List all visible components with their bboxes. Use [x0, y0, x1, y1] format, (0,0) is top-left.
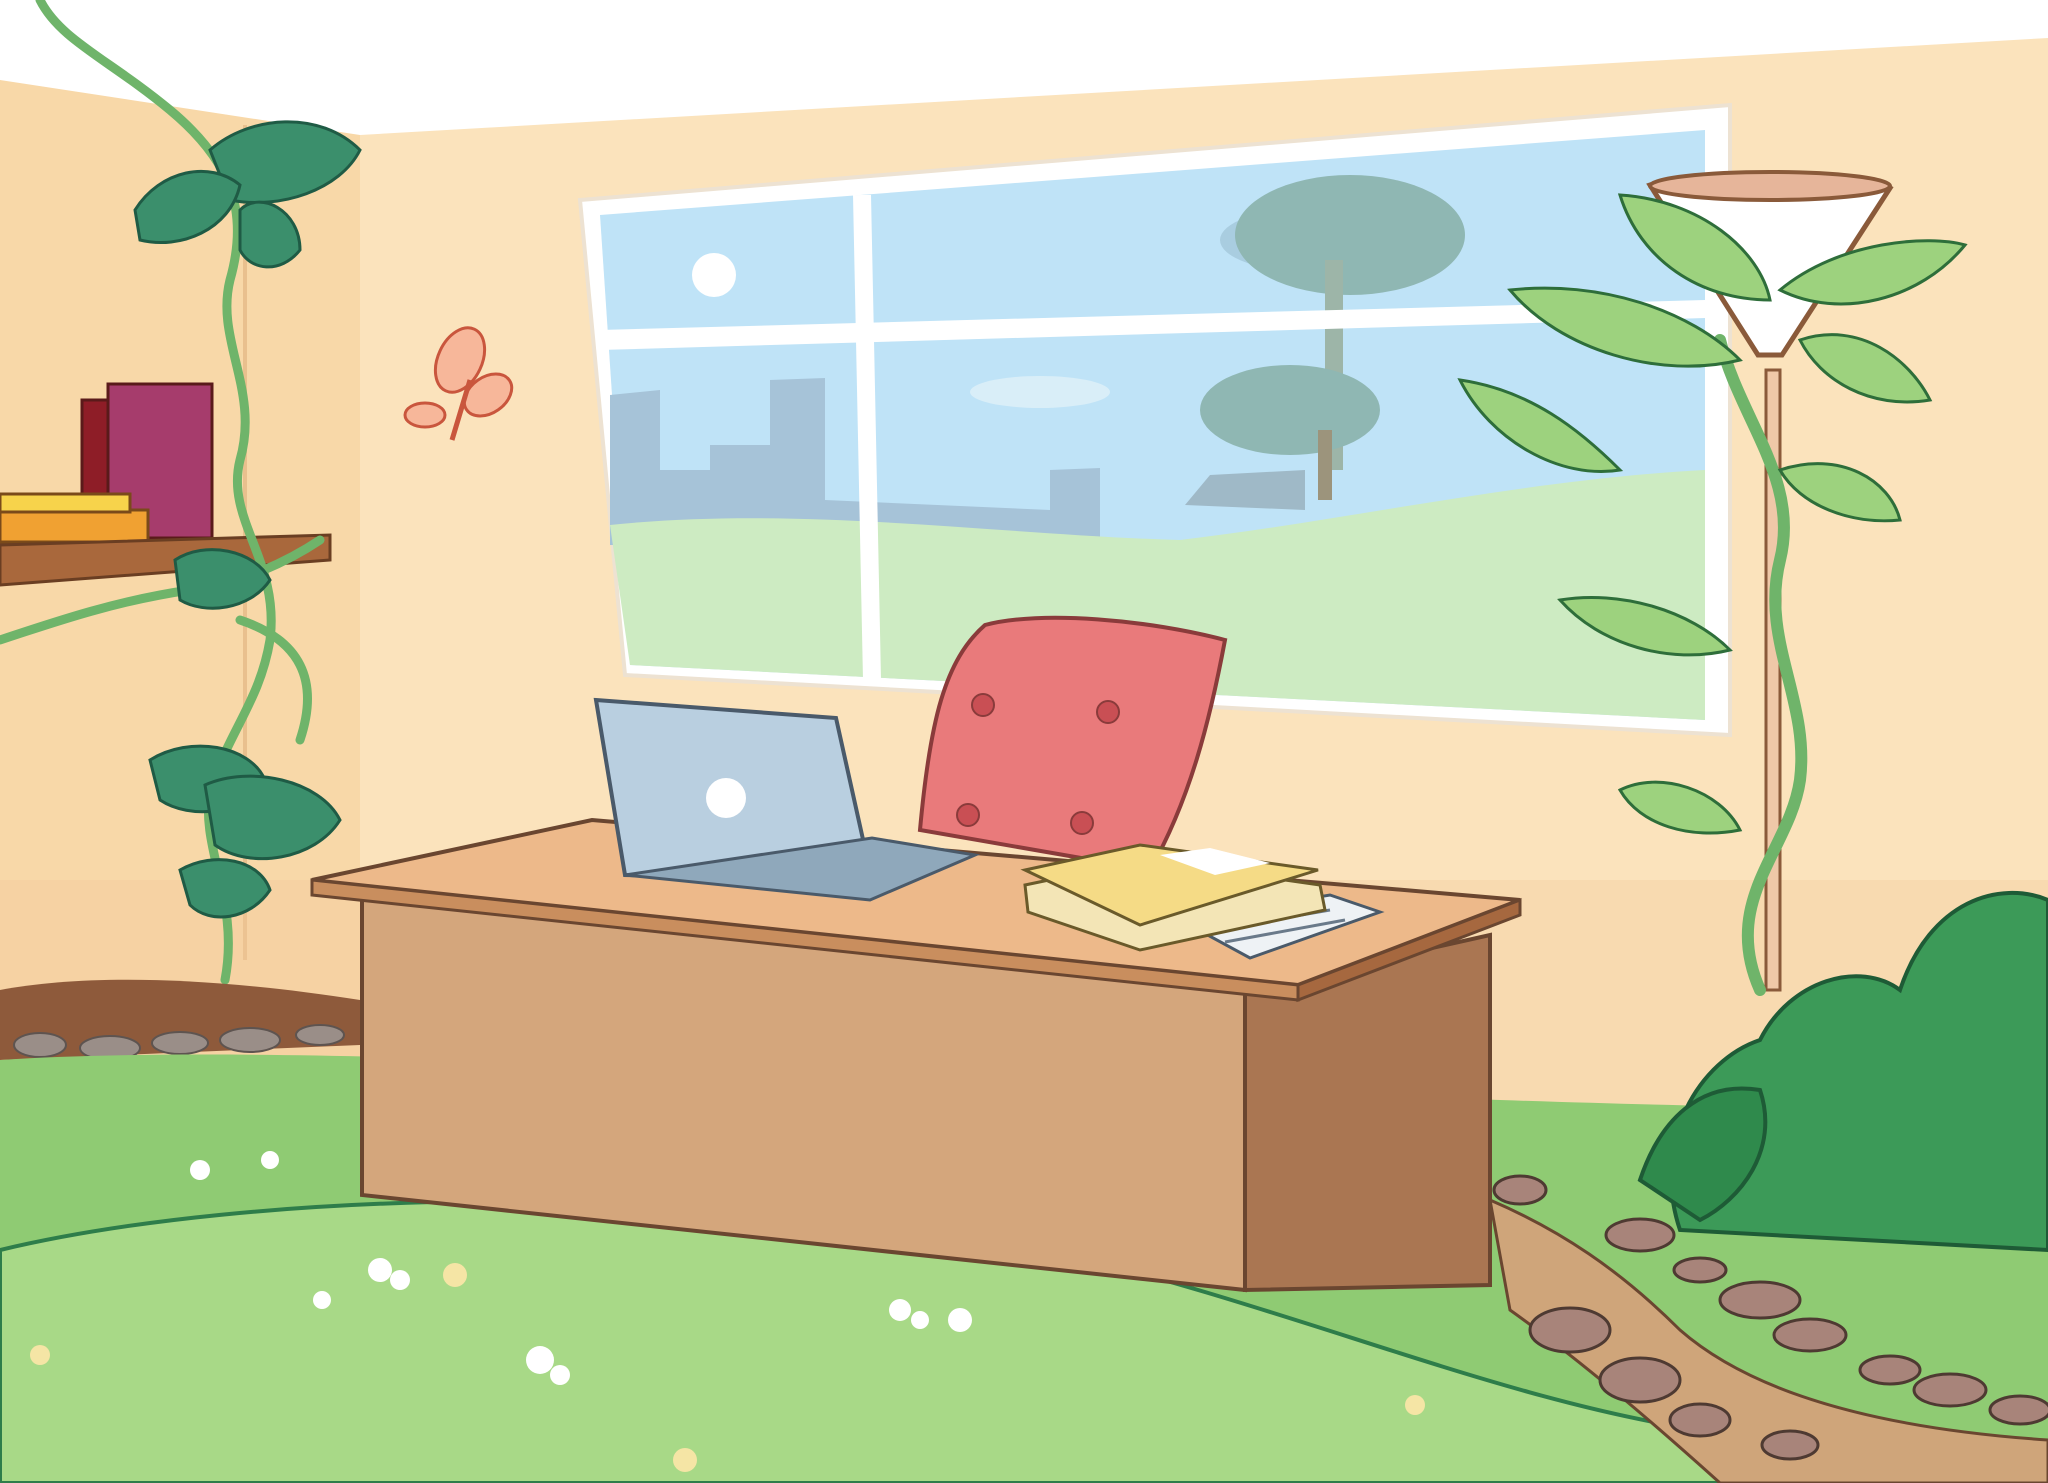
office-garden-scene [0, 0, 2048, 1483]
lamp-shade-rim [1648, 170, 1892, 202]
scene-illustration [0, 0, 2048, 1483]
window-mullion-v [853, 194, 881, 681]
tree-canopy-far [1235, 175, 1465, 295]
cloud-2 [970, 376, 1110, 408]
tree-canopy-near [1200, 365, 1380, 455]
book-yellow-flat [0, 492, 132, 514]
laptop-logo [706, 778, 746, 818]
tree-trunk-near [1318, 430, 1332, 500]
book-orange [0, 508, 150, 544]
sun [692, 253, 736, 297]
